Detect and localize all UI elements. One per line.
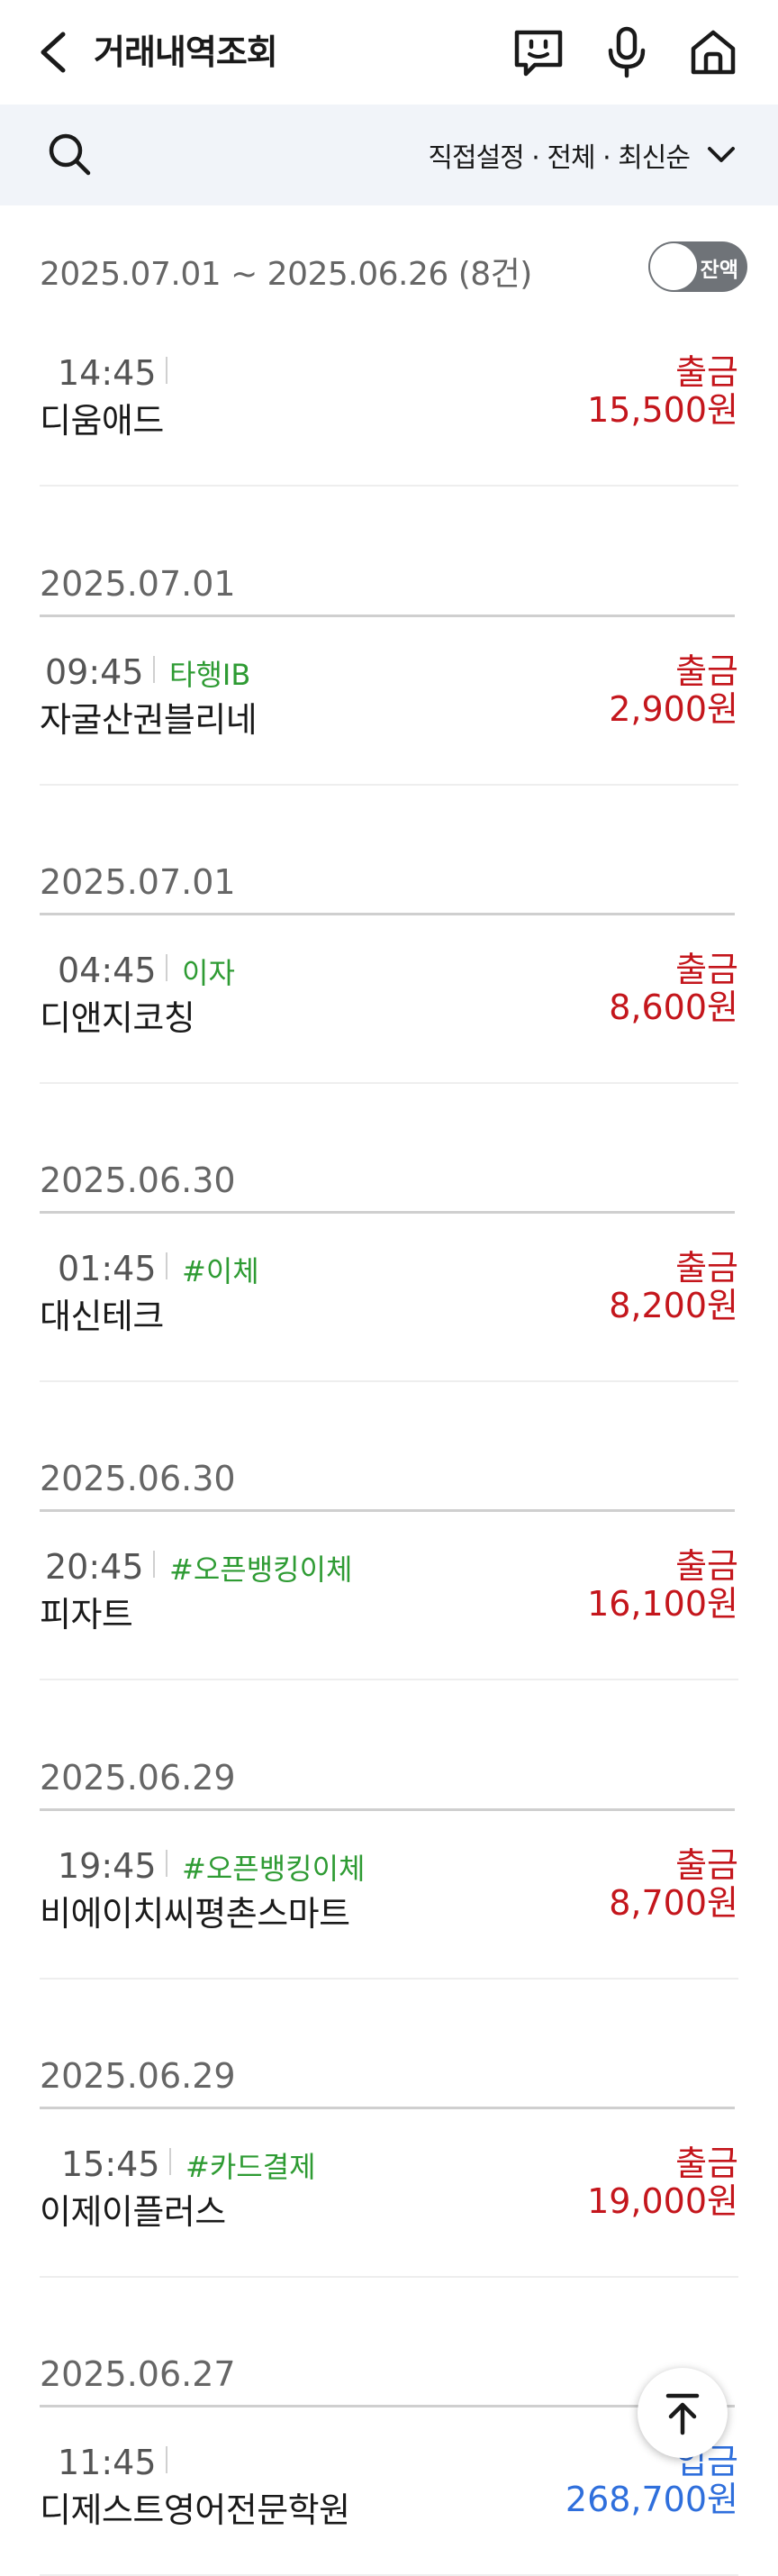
date-group-label: 2025.07.01 [40, 862, 236, 902]
date-group-header: 2025.07.01 [40, 862, 735, 915]
search-icon [49, 133, 91, 176]
transaction-time: 01:45 [58, 1249, 157, 1288]
transaction-amount: 16,100원 [587, 1584, 738, 1624]
date-group-header: 2025.06.27 [40, 2354, 735, 2408]
transaction-tag: 이자 [182, 956, 235, 990]
time-tag-divider [166, 954, 167, 981]
transaction-row[interactable]: 20:45 #오픈뱅킹이체 피자트 출금 16,100원 [40, 1534, 738, 1680]
transaction-time: 04:45 [58, 951, 157, 990]
transaction-amount: 8,700원 [609, 1883, 738, 1923]
transaction-row[interactable]: 15:45 #카드결제 이제이플러스 출금 19,000원 [40, 2132, 738, 2278]
transaction-time: 14:45 [58, 353, 157, 393]
transaction-row[interactable]: 19:45 #오픈뱅킹이체 비에이치씨평촌스마트 출금 8,700원 [40, 1834, 738, 1980]
transaction-counterparty: 피자트 [40, 1595, 133, 1634]
date-group-label: 2025.06.29 [40, 2056, 236, 2096]
date-group-label: 2025.06.29 [40, 1758, 236, 1798]
date-group-header: 2025.07.01 [40, 564, 735, 617]
transaction-tag: #오픈뱅킹이체 [169, 1552, 353, 1587]
search-button[interactable] [45, 130, 95, 180]
page-title: 거래내역조회 [94, 32, 278, 72]
transaction-time: 15:45 [61, 2144, 160, 2184]
time-tag-divider [169, 2148, 171, 2175]
transaction-time: 19:45 [58, 1846, 157, 1886]
transaction-counterparty: 디움애드 [40, 401, 164, 441]
transaction-amount: 15,500원 [587, 390, 738, 430]
transaction-amount: 19,000원 [587, 2181, 738, 2221]
date-group-label: 2025.06.30 [40, 1161, 236, 1200]
transaction-time: 20:45 [45, 1547, 144, 1587]
back-arrow-icon [41, 32, 66, 73]
transaction-row[interactable]: 04:45 이자 디앤지코칭 출금 8,600원 [40, 938, 738, 1084]
transaction-tag: 타행IB [169, 658, 251, 692]
transaction-amount: 268,700원 [565, 2480, 738, 2519]
home-button[interactable] [686, 25, 740, 79]
date-group-header: 2025.06.30 [40, 1459, 735, 1512]
time-tag-divider [166, 1252, 167, 1279]
toggle-knob [650, 243, 697, 290]
transaction-tag: #이체 [182, 1254, 259, 1288]
date-range-summary: 2025.07.01 ~ 2025.06.26 (8건) [40, 256, 532, 293]
time-tag-divider [153, 1551, 155, 1578]
filter-bar: 직접설정 · 전체 · 최신순 [0, 105, 778, 205]
transaction-amount: 8,600원 [609, 988, 738, 1027]
filter-dropdown[interactable]: 직접설정 · 전체 · 최신순 [428, 130, 738, 180]
transaction-time: 09:45 [45, 652, 144, 692]
transaction-time: 11:45 [58, 2443, 157, 2482]
scroll-to-top-button[interactable] [638, 2368, 728, 2458]
arrow-up-icon [665, 2393, 700, 2435]
transaction-counterparty: 자굴산권블리네 [40, 700, 258, 740]
balance-toggle-label: 잔액 [700, 259, 738, 282]
transaction-amount: 8,200원 [609, 1286, 738, 1325]
transaction-tag: #오픈뱅킹이체 [182, 1852, 366, 1886]
chevron-down-icon [708, 147, 735, 162]
date-group-label: 2025.07.01 [40, 564, 236, 604]
chatbot-icon [514, 30, 563, 77]
transaction-row[interactable]: 11:45 디제스트영어전문학원 입금 268,700원 [40, 2430, 738, 2576]
filter-label: 직접설정 · 전체 · 최신순 [428, 142, 691, 174]
time-tag-divider [166, 2446, 167, 2473]
transaction-counterparty: 비에이치씨평촌스마트 [40, 1894, 350, 1934]
balance-toggle[interactable]: 잔액 [648, 241, 747, 292]
chatbot-button[interactable] [511, 25, 565, 79]
time-tag-divider [166, 357, 167, 384]
date-group-label: 2025.06.30 [40, 1459, 236, 1498]
date-group-label: 2025.06.27 [40, 2354, 236, 2394]
transaction-amount: 2,900원 [609, 689, 738, 729]
date-group-header: 2025.06.29 [40, 2056, 735, 2109]
microphone-icon [608, 26, 646, 78]
transaction-counterparty: 이제이플러스 [40, 2192, 226, 2232]
back-button[interactable] [34, 27, 74, 77]
app-header: 거래내역조회 [0, 0, 778, 105]
date-group-header: 2025.06.30 [40, 1161, 735, 1214]
transaction-row[interactable]: 09:45 타행IB 자굴산권블리네 출금 2,900원 [40, 640, 738, 786]
transaction-counterparty: 디앤지코칭 [40, 998, 195, 1038]
home-icon [691, 30, 736, 75]
transaction-counterparty: 디제스트영어전문학원 [40, 2490, 350, 2530]
transaction-row[interactable]: 14:45 디움애드 출금 15,500원 [40, 341, 738, 487]
transaction-row[interactable]: 01:45 #이체 대신테크 출금 8,200원 [40, 1236, 738, 1382]
date-group-header: 2025.06.29 [40, 1758, 735, 1811]
time-tag-divider [166, 1850, 167, 1877]
transaction-tag: #카드결제 [185, 2150, 316, 2184]
time-tag-divider [153, 656, 155, 683]
transaction-counterparty: 대신테크 [40, 1297, 164, 1336]
voice-search-button[interactable] [600, 25, 654, 79]
